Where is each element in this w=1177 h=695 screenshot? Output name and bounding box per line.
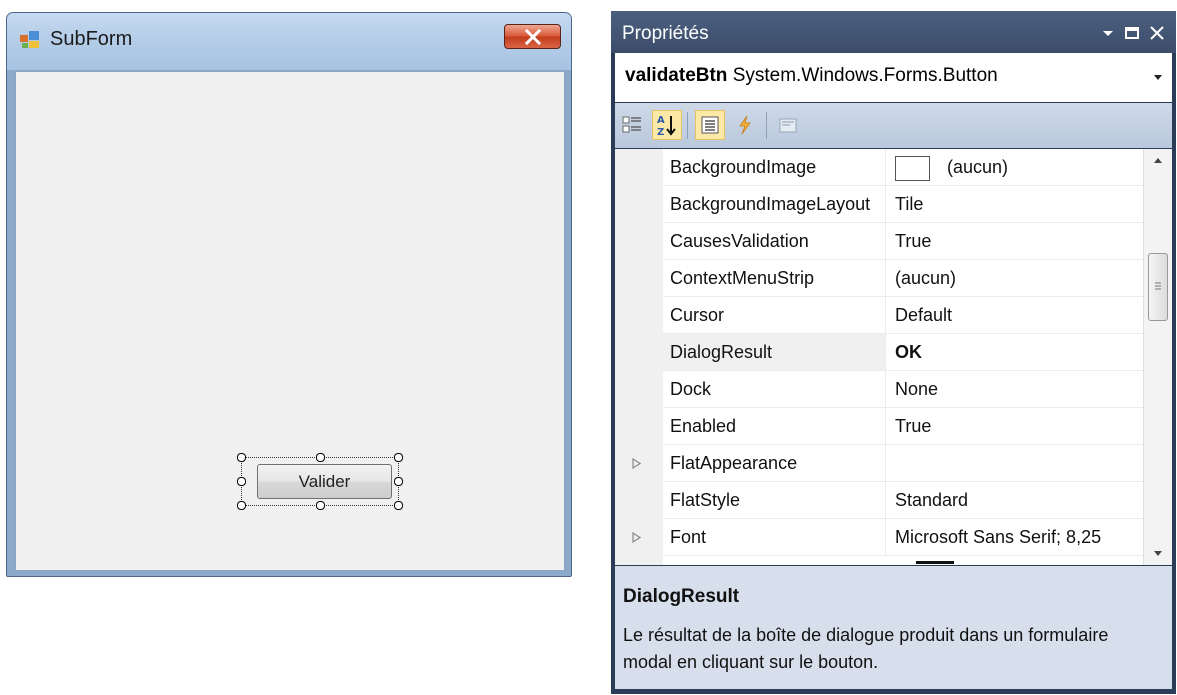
property-value[interactable]: Microsoft Sans Serif; 8,25 — [888, 519, 1143, 555]
font-preview-underline — [916, 561, 954, 564]
object-selector[interactable]: validateBtn System.Windows.Forms.Button — [615, 53, 1172, 102]
property-value-text: (aucun) — [947, 157, 1009, 177]
properties-list-icon — [701, 116, 719, 134]
expand-arrow-icon[interactable] — [632, 532, 641, 543]
property-value[interactable]: True — [888, 408, 1143, 444]
property-name: Font — [663, 519, 886, 555]
property-value[interactable]: OK — [888, 334, 1143, 370]
property-grid: BackgroundImage (aucun) BackgroundImageL… — [615, 149, 1172, 565]
property-name: ContextMenuStrip — [663, 260, 886, 296]
property-value[interactable] — [888, 445, 1143, 481]
close-button[interactable] — [504, 24, 561, 49]
property-value[interactable]: Tile — [888, 186, 1143, 222]
resize-handle-top[interactable] — [316, 453, 325, 462]
property-value[interactable]: Standard — [888, 482, 1143, 518]
property-row-backgroundimagelayout[interactable]: BackgroundImageLayout Tile — [663, 186, 1143, 223]
close-icon — [524, 29, 542, 45]
svg-text:A: A — [657, 115, 665, 126]
resize-handle-top-left[interactable] — [237, 453, 246, 462]
property-name: BackgroundImage — [663, 149, 886, 185]
close-icon[interactable] — [1148, 25, 1166, 41]
property-row-causesvalidation[interactable]: CausesValidation True — [663, 223, 1143, 260]
vertical-scrollbar[interactable] — [1143, 149, 1172, 565]
description-title: DialogResult — [623, 586, 740, 607]
property-value[interactable]: None — [888, 371, 1143, 407]
property-name: Dock — [663, 371, 886, 407]
property-name: BackgroundImageLayout — [663, 186, 886, 222]
properties-toolbar: A Z — [615, 103, 1172, 148]
property-value[interactable]: True — [888, 223, 1143, 259]
resize-handle-bottom-right[interactable] — [394, 501, 403, 510]
grid-margin — [615, 149, 663, 565]
property-row-contextmenustrip[interactable]: ContextMenuStrip (aucun) — [663, 260, 1143, 297]
maximize-icon[interactable] — [1123, 25, 1141, 41]
form-client-area: Valider — [15, 71, 565, 571]
object-selector-label: validateBtn System.Windows.Forms.Button — [625, 65, 998, 87]
description-text: Le résultat de la boîte de dialogue prod… — [623, 625, 1109, 672]
properties-title: Propriétés — [622, 23, 709, 44]
subform-title: SubForm — [50, 28, 133, 50]
property-name: CausesValidation — [663, 223, 886, 259]
property-value[interactable]: Default — [888, 297, 1143, 333]
resize-handle-bottom-left[interactable] — [237, 501, 246, 510]
property-row-dock[interactable]: Dock None — [663, 371, 1143, 408]
toolbar-separator — [766, 112, 767, 139]
property-value[interactable]: (aucun) — [888, 149, 1143, 185]
property-pages-icon — [779, 118, 797, 133]
expand-arrow-icon[interactable] — [632, 458, 641, 469]
property-row-enabled[interactable]: Enabled True — [663, 408, 1143, 445]
resize-handle-left[interactable] — [237, 477, 246, 486]
toolbar-separator — [687, 112, 688, 139]
property-row-backgroundimage[interactable]: BackgroundImage (aucun) — [663, 149, 1143, 186]
scrollbar-thumb[interactable] — [1148, 253, 1168, 321]
image-preview-box — [895, 155, 930, 181]
property-row-flatappearance[interactable]: FlatAppearance — [663, 445, 1143, 482]
lightning-icon — [739, 115, 751, 135]
properties-view-button[interactable] — [695, 110, 725, 140]
valider-button[interactable]: Valider — [257, 464, 392, 499]
dropdown-arrow-icon[interactable] — [1099, 25, 1117, 41]
categorized-button[interactable] — [617, 110, 647, 140]
sort-alphabetical-icon: A Z — [657, 115, 676, 137]
subform-title-bar[interactable]: SubForm — [7, 13, 571, 70]
resize-handle-right[interactable] — [394, 477, 403, 486]
grip-icon — [1155, 282, 1161, 290]
property-name: FlatStyle — [663, 482, 886, 518]
resize-handle-bottom[interactable] — [316, 501, 325, 510]
property-value[interactable]: (aucun) — [888, 260, 1143, 296]
property-name: FlatAppearance — [663, 445, 886, 481]
alphabetical-button[interactable]: A Z — [652, 110, 682, 140]
property-row-flatstyle[interactable]: FlatStyle Standard — [663, 482, 1143, 519]
properties-panel: Propriétés validateBtn System.Windows.Fo… — [611, 11, 1176, 694]
property-pages-button[interactable] — [773, 110, 803, 140]
scroll-up-arrow-icon[interactable] — [1144, 149, 1172, 173]
events-view-button[interactable] — [730, 110, 760, 140]
resize-handle-top-right[interactable] — [394, 453, 403, 462]
property-name: Enabled — [663, 408, 886, 444]
property-row-cursor[interactable]: Cursor Default — [663, 297, 1143, 334]
object-type: System.Windows.Forms.Button — [732, 65, 998, 86]
property-name: Cursor — [663, 297, 886, 333]
property-row-font[interactable]: Font Microsoft Sans Serif; 8,25 — [663, 519, 1143, 556]
properties-title-bar: Propriétés — [611, 11, 1176, 53]
svg-text:Z: Z — [657, 127, 664, 137]
description-pane: DialogResult Le résultat de la boîte de … — [615, 566, 1172, 689]
subform-window: SubForm Valider — [6, 12, 572, 577]
object-name: validateBtn — [625, 65, 728, 86]
form-icon — [20, 31, 39, 48]
categorized-icon — [622, 116, 641, 133]
chevron-down-icon[interactable] — [1154, 75, 1162, 80]
property-name: DialogResult — [663, 334, 886, 370]
scroll-down-arrow-icon[interactable] — [1144, 541, 1172, 565]
property-row-dialogresult[interactable]: DialogResult OK — [663, 334, 1143, 371]
